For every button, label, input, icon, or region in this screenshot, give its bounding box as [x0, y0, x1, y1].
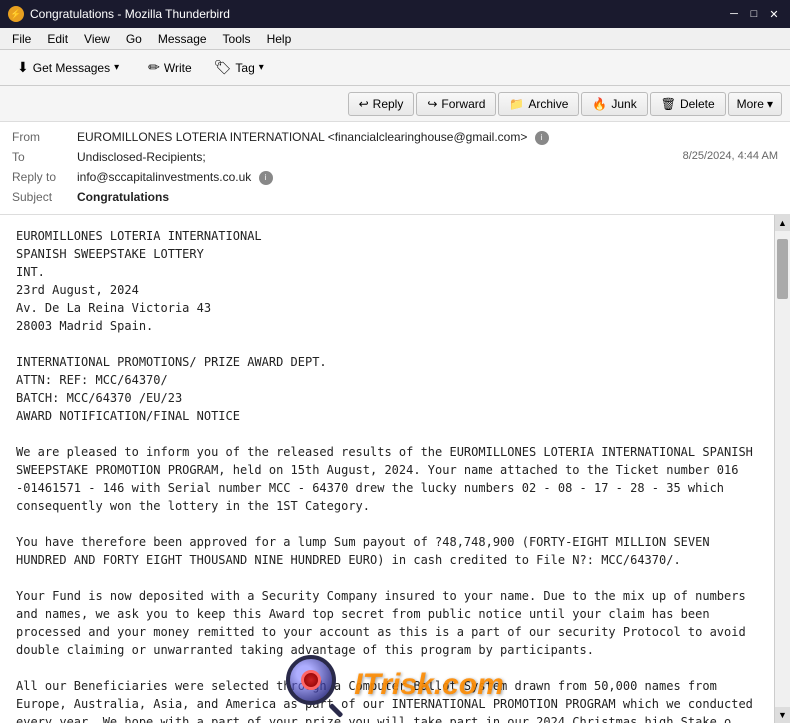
menu-file[interactable]: File	[4, 30, 39, 48]
title-bar-left: ⚡ Congratulations - Mozilla Thunderbird	[8, 6, 230, 22]
get-messages-button[interactable]: ⬇ Get Messages ▾	[8, 54, 135, 81]
forward-icon: ↪	[427, 97, 437, 111]
forward-button[interactable]: ↪ Forward	[416, 92, 496, 116]
reply-button[interactable]: ↩ Reply	[348, 92, 415, 116]
archive-button[interactable]: 📁 Archive	[498, 92, 579, 116]
tag-button[interactable]: 🏷 Tag ▾	[205, 54, 280, 81]
to-row: To Undisclosed-Recipients; 8/25/2024, 4:…	[12, 148, 778, 168]
title-bar-controls: ─ □ ✕	[726, 7, 782, 21]
app-window: ⚡ Congratulations - Mozilla Thunderbird …	[0, 0, 790, 723]
action-bar: ↩ Reply ↪ Forward 📁 Archive 🔥 Junk 🗑 Del…	[0, 86, 790, 122]
tag-icon: 🏷	[214, 59, 232, 76]
minimize-button[interactable]: ─	[726, 7, 742, 21]
scroll-up-arrow[interactable]: ▲	[775, 215, 790, 231]
reply-to-value: info@sccapitalinvestments.co.uk i	[77, 170, 778, 185]
subject-label: Subject	[12, 190, 77, 204]
to-label: To	[12, 150, 77, 164]
junk-icon: 🔥	[592, 97, 607, 111]
delete-icon: 🗑	[661, 97, 676, 111]
from-value: EUROMILLONES LOTERIA INTERNATIONAL <fina…	[77, 130, 778, 145]
body-paragraph: INT.	[16, 263, 766, 281]
main-toolbar: ⬇ Get Messages ▾ ✏ Write 🏷 Tag ▾	[0, 50, 790, 86]
write-button[interactable]: ✏ Write	[139, 54, 201, 81]
body-paragraph: All our Beneficiaries were selected thro…	[16, 677, 766, 723]
more-button[interactable]: More ▾	[728, 92, 782, 116]
body-paragraph: SPANISH SWEEPSTAKE LOTTERY	[16, 245, 766, 263]
menu-message[interactable]: Message	[150, 30, 215, 48]
subject-value: Congratulations	[77, 190, 778, 204]
body-paragraph: 28003 Madrid Spain.	[16, 317, 766, 335]
body-paragraph: EUROMILLONES LOTERIA INTERNATIONAL	[16, 227, 766, 245]
get-messages-dropdown-icon[interactable]: ▾	[114, 62, 126, 73]
body-paragraph: Av. De La Reina Victoria 43	[16, 299, 766, 317]
email-headers: From EUROMILLONES LOTERIA INTERNATIONAL …	[0, 122, 790, 215]
body-paragraph: You have therefore been approved for a l…	[16, 533, 766, 569]
junk-button[interactable]: 🔥 Junk	[581, 92, 647, 116]
thunderbird-icon: ⚡	[8, 6, 24, 22]
from-email-icon: i	[535, 131, 549, 145]
reply-to-label: Reply to	[12, 170, 77, 184]
body-paragraph: ATTN: REF: MCC/64370/	[16, 371, 766, 389]
tag-dropdown-icon[interactable]: ▾	[259, 62, 271, 73]
reply-icon: ↩	[359, 97, 369, 111]
title-bar: ⚡ Congratulations - Mozilla Thunderbird …	[0, 0, 790, 28]
date-value: 8/25/2024, 4:44 AM	[683, 150, 778, 162]
maximize-button[interactable]: □	[746, 7, 762, 21]
body-paragraph: AWARD NOTIFICATION/FINAL NOTICE	[16, 407, 766, 425]
subject-row: Subject Congratulations	[12, 188, 778, 208]
archive-icon: 📁	[509, 97, 524, 111]
scroll-down-arrow[interactable]: ▼	[775, 707, 790, 723]
to-value: Undisclosed-Recipients;	[77, 150, 683, 164]
from-label: From	[12, 130, 77, 144]
email-body-container: EUROMILLONES LOTERIA INTERNATIONALSPANIS…	[0, 215, 790, 723]
window-title: Congratulations - Mozilla Thunderbird	[30, 7, 230, 21]
menu-view[interactable]: View	[76, 30, 118, 48]
scrollbar-thumb[interactable]	[777, 239, 788, 299]
body-paragraph: INTERNATIONAL PROMOTIONS/ PRIZE AWARD DE…	[16, 353, 766, 371]
menu-go[interactable]: Go	[118, 30, 150, 48]
body-paragraph: Your Fund is now deposited with a Securi…	[16, 587, 766, 659]
menu-edit[interactable]: Edit	[39, 30, 76, 48]
scrollbar-track[interactable]	[775, 231, 790, 707]
menu-tools[interactable]: Tools	[215, 30, 259, 48]
body-paragraph: We are pleased to inform you of the rele…	[16, 443, 766, 515]
get-messages-icon: ⬇	[17, 59, 29, 76]
reply-to-email-icon: i	[259, 171, 273, 185]
email-body: EUROMILLONES LOTERIA INTERNATIONALSPANIS…	[0, 215, 790, 723]
delete-button[interactable]: 🗑 Delete	[650, 92, 726, 116]
body-paragraph: BATCH: MCC/64370 /EU/23	[16, 389, 766, 407]
write-icon: ✏	[148, 59, 160, 76]
menu-bar: File Edit View Go Message Tools Help	[0, 28, 790, 50]
more-dropdown-icon: ▾	[767, 97, 773, 111]
close-button[interactable]: ✕	[766, 7, 782, 21]
from-row: From EUROMILLONES LOTERIA INTERNATIONAL …	[12, 128, 778, 148]
menu-help[interactable]: Help	[259, 30, 300, 48]
body-paragraph: 23rd August, 2024	[16, 281, 766, 299]
reply-to-row: Reply to info@sccapitalinvestments.co.uk…	[12, 168, 778, 188]
scrollbar[interactable]: ▲ ▼	[774, 215, 790, 723]
